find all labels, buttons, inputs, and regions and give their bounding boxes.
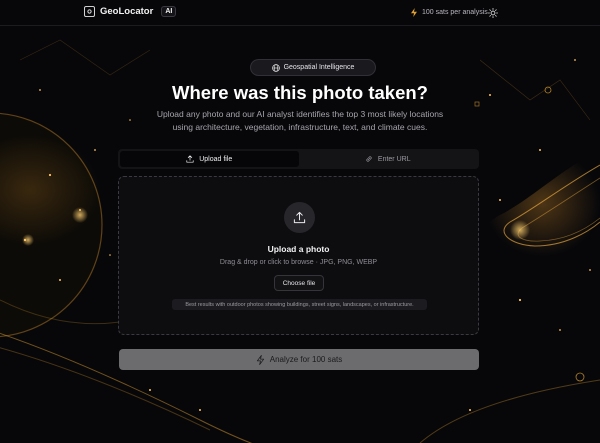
brand[interactable]: GeoLocator AI xyxy=(84,6,177,17)
upload-icon-circle xyxy=(284,202,315,233)
sun-icon[interactable] xyxy=(488,8,498,18)
bolt-icon xyxy=(256,354,264,365)
page-title: Where was this photo taken? xyxy=(172,82,428,103)
upload-icon xyxy=(293,211,306,224)
category-pill: Geospatial Intelligence xyxy=(250,59,376,76)
dropzone-hint: Best results with outdoor photos showing… xyxy=(172,299,427,310)
upload-icon xyxy=(186,155,194,163)
input-mode-tabs: Upload file Enter URL xyxy=(118,149,479,169)
pill-label: Geospatial Intelligence xyxy=(283,64,355,71)
page-subtitle: Upload any photo and our AI analyst iden… xyxy=(156,109,444,132)
upload-dropzone[interactable]: Upload a photo Drag & drop or click to b… xyxy=(118,176,479,335)
analyze-button-label: Analyze for 100 sats xyxy=(269,355,343,364)
dropzone-subtitle: Drag & drop or click to browse · JPG, PN… xyxy=(219,259,378,266)
tab-upload-file[interactable]: Upload file xyxy=(120,151,299,167)
map-pin-square-icon xyxy=(84,6,95,17)
choose-file-button[interactable]: Choose file xyxy=(274,275,324,291)
tab-url-label: Enter URL xyxy=(377,155,411,163)
analyze-button[interactable]: Analyze for 100 sats xyxy=(119,349,479,370)
dropzone-title: Upload a photo xyxy=(267,244,330,254)
brand-name: GeoLocator xyxy=(100,6,154,17)
tab-upload-label: Upload file xyxy=(199,155,233,163)
link-icon xyxy=(366,156,372,162)
price-text: 100 sats per analysis xyxy=(422,9,488,16)
top-header: GeoLocator AI 100 sats per analysis xyxy=(0,0,600,26)
globe-icon xyxy=(271,63,280,72)
price-info: 100 sats per analysis xyxy=(410,8,488,17)
ai-badge: AI xyxy=(161,6,177,17)
bolt-icon xyxy=(411,8,417,17)
tab-enter-url[interactable]: Enter URL xyxy=(299,151,478,167)
